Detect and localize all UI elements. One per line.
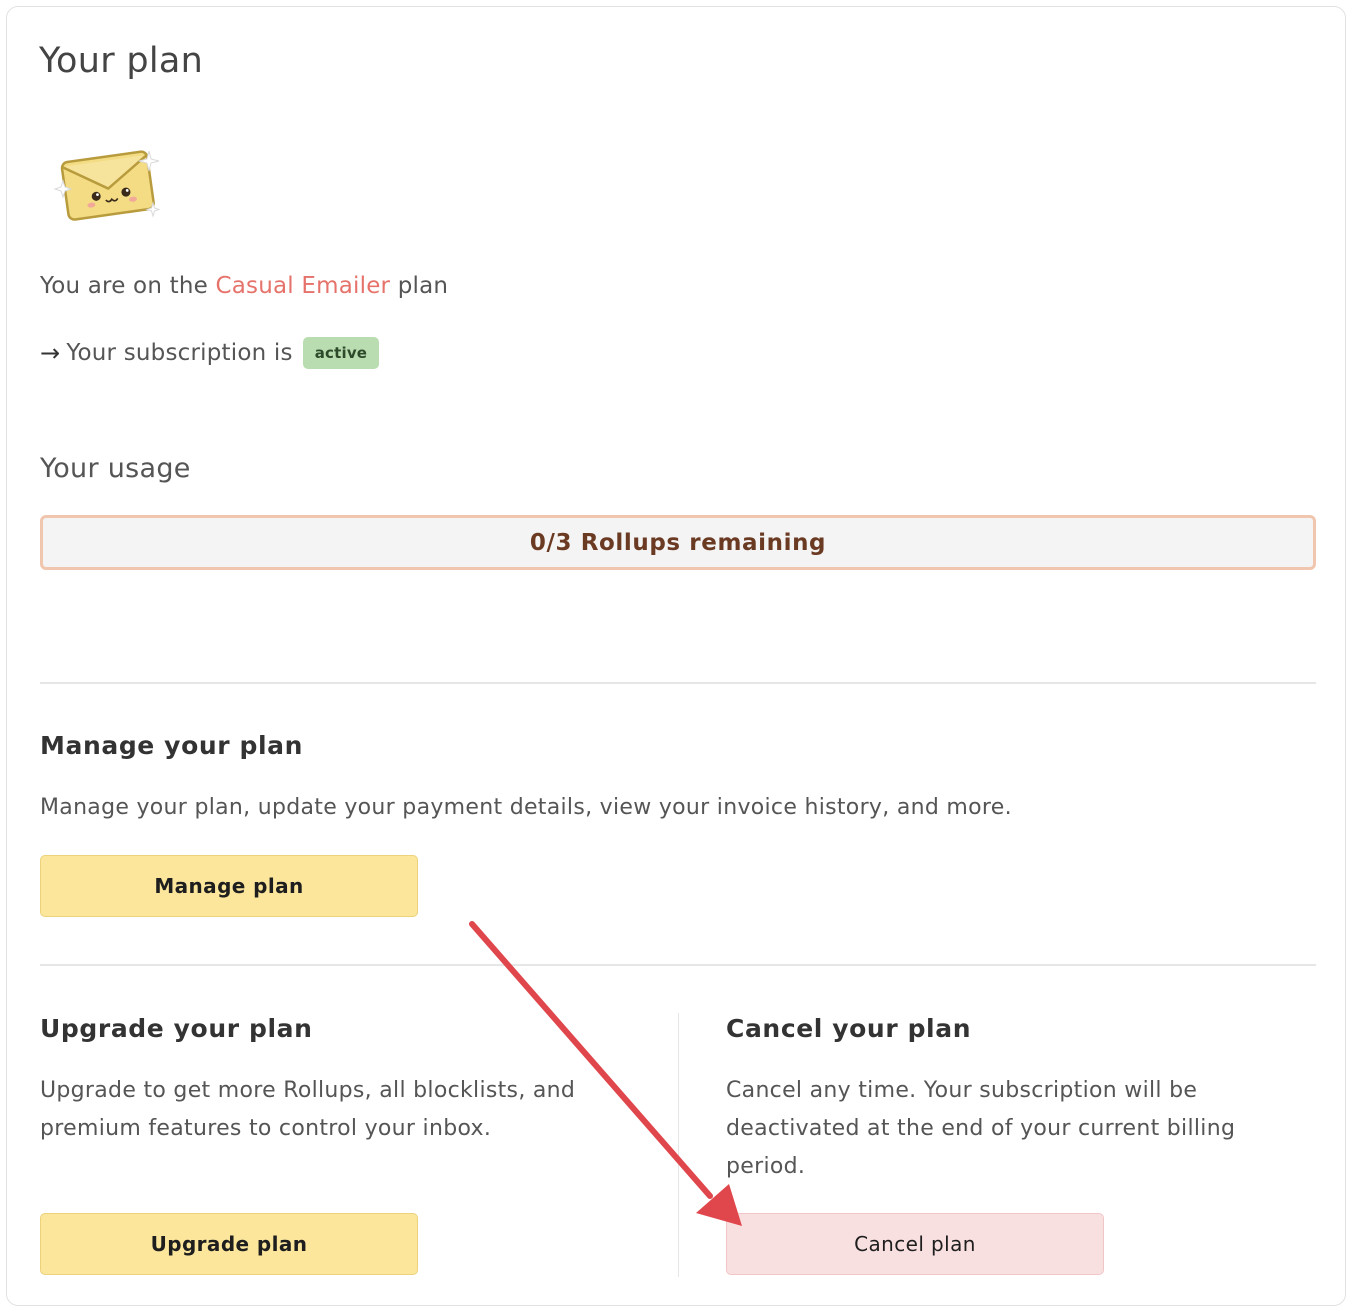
plan-prefix: You are on the [40,273,208,299]
usage-label: 0/3 Rollups remaining [529,529,827,556]
cancel-title: Cancel your plan [726,1014,972,1043]
plan-card: Your plan You are on the Casual Emailer … [6,6,1346,1306]
column-divider [678,1013,679,1277]
cancel-description: Cancel any time. Your subscription will … [726,1078,1236,1179]
usage-title: Your usage [40,453,191,484]
plan-name: Casual Emailer [215,273,391,299]
plan-suffix: plan [397,273,449,299]
plan-summary: You are on the Casual Emailer plan [40,273,448,299]
usage-progress-bar: 0/3 Rollups remaining [40,515,1316,570]
section-divider [40,964,1316,966]
subscription-status: → Your subscription is active [40,337,380,369]
upgrade-plan-button[interactable]: Upgrade plan [40,1213,418,1275]
manage-description: Manage your plan, update your payment de… [40,795,1012,820]
envelope-mascot-icon [53,150,161,221]
cancel-plan-button[interactable]: Cancel plan [726,1213,1104,1275]
subscription-text: Your subscription is [66,340,293,366]
upgrade-title: Upgrade your plan [40,1014,313,1043]
upgrade-description: Upgrade to get more Rollups, all blockli… [40,1078,576,1141]
section-divider [40,682,1316,684]
status-badge: active [302,337,380,369]
page-title: Your plan [39,41,204,81]
manage-plan-button[interactable]: Manage plan [40,855,418,917]
arrow-right-icon: → [40,339,61,367]
manage-title: Manage your plan [40,731,304,760]
